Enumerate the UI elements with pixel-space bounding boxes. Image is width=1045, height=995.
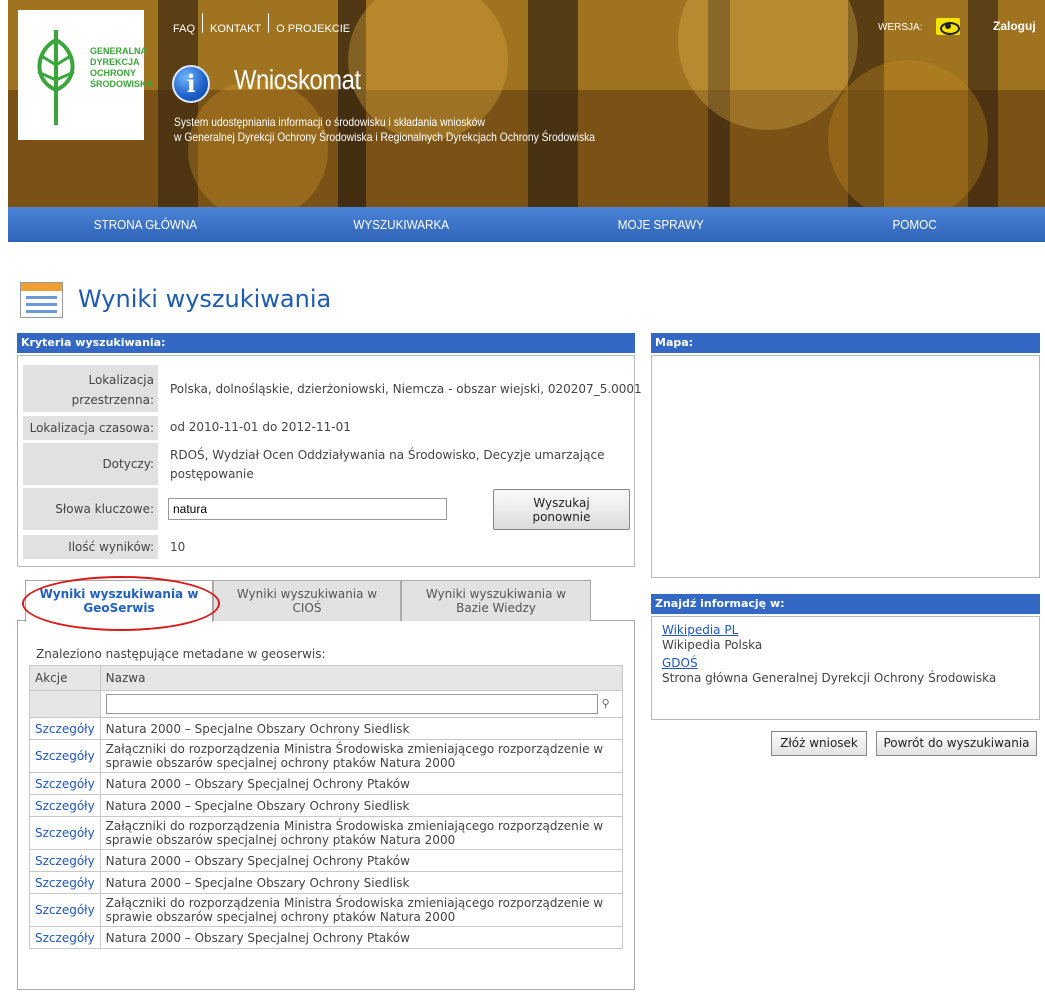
table-row: Szczegóły Załączniki do rozporządzenia Mi… [29, 739, 624, 773]
filter-input[interactable] [105, 694, 598, 714]
crit-value-lokalizacja-czasowa: od 2010-11-01 do 2012-11-01 [170, 420, 351, 434]
filter-row: ⚲ [29, 690, 624, 718]
crit-value-ilosc-wynikow: 10 [170, 540, 186, 554]
top-links: FAQ KONTAKT O PROJEKCIE [166, 13, 357, 35]
nav-moje-sprawy[interactable]: MOJE SPRAWY [618, 217, 704, 232]
o-projekcie-link[interactable]: O PROJEKCIE [269, 23, 357, 35]
crit-label-ilosc-wynikow: Ilość wyników: [23, 535, 158, 559]
version-label: WERSJA: [878, 22, 923, 33]
faq-link[interactable]: FAQ [166, 23, 202, 35]
result-name: Załączniki do rozporządzenia Ministra Śr… [99, 893, 624, 927]
kontakt-link[interactable]: KONTAKT [203, 23, 268, 35]
wikipedia-link[interactable]: Wikipedia PL [662, 623, 1029, 637]
crit-label-lokalizacja-czasowa: Lokalizacja czasowa: [23, 416, 158, 440]
details-link[interactable]: Szczegóły [29, 849, 101, 872]
info-icon: i [172, 65, 210, 103]
tab-cios[interactable]: Wyniki wyszukiwania w CIOŚ [213, 580, 401, 621]
accessibility-eye-icon[interactable] [936, 18, 960, 35]
app-subtitle: System udostępniania informacji o środow… [174, 115, 595, 145]
crit-label-slowa-kluczowe: Słowa kluczowe: [23, 488, 158, 530]
result-name: Załączniki do rozporządzenia Ministra Śr… [99, 739, 624, 773]
details-link[interactable]: Szczegóły [29, 794, 101, 817]
leaf-icon [37, 30, 75, 125]
col-nazwa: Nazwa [99, 665, 624, 691]
details-link[interactable]: Szczegóły [29, 772, 101, 795]
submit-request-button[interactable]: Złóż wniosek [771, 731, 867, 756]
result-name: Natura 2000 – Obszary Specjalnej Ochrony… [99, 849, 624, 872]
table-row: Szczegóły Natura 2000 – Obszary Specjalne… [29, 849, 624, 872]
back-to-search-button[interactable]: Powrót do wyszukiwania [876, 731, 1037, 756]
crit-label-dotyczy: Dotyczy: [23, 443, 158, 485]
table-row: Szczegóły Natura 2000 – Obszary Specjalne… [29, 772, 624, 795]
details-link[interactable]: Szczegóły [29, 926, 101, 949]
nav-strona-glowna[interactable]: STRONA GŁÓWNA [94, 217, 197, 232]
result-name: Załączniki do rozporządzenia Ministra Śr… [99, 816, 624, 850]
map-area[interactable] [651, 355, 1040, 578]
criteria-header: Kryteria wyszukiwania: [17, 333, 635, 353]
result-name: Natura 2000 – Specjalne Obszary Ochrony … [99, 794, 624, 817]
details-link[interactable]: Szczegóły [29, 816, 101, 850]
crit-value-lokalizacja-przestrzenna: Polska, dolnośląskie, dzierżoniowski, Ni… [170, 382, 642, 396]
header-banner: GENERALNA DYREKCJA OCHRONY ŚRODOWISKA FA… [8, 0, 1045, 242]
search-again-button[interactable]: Wyszukaj ponownie [493, 489, 630, 530]
app-title: Wnioskomat [234, 64, 361, 95]
details-link[interactable]: Szczegóły [29, 893, 101, 927]
map-header: Mapa: [651, 333, 1040, 353]
details-link[interactable]: Szczegóły [29, 739, 101, 773]
info-header: Znajdź informację w: [651, 594, 1040, 614]
result-name: Natura 2000 – Obszary Specjalnej Ochrony… [99, 772, 624, 795]
nav-pomoc[interactable]: POMOC [892, 217, 936, 232]
highlight-circle [22, 576, 220, 631]
results-page-icon [20, 282, 63, 318]
wikipedia-desc: Wikipedia Polska [662, 638, 763, 652]
info-box: Wikipedia PL Wikipedia Polska GDOŚ Stron… [651, 616, 1040, 720]
table-row: Szczegóły Natura 2000 – Specjalne Obszary… [29, 717, 624, 740]
result-name: Natura 2000 – Obszary Specjalnej Ochrony… [99, 926, 624, 949]
results-table: Akcje Nazwa ⚲ Szczegóły Natura 2000 – Spe… [29, 665, 624, 949]
main-nav: STRONA GŁÓWNA WYSZUKIWARKA MOJE SPRAWY P… [8, 207, 1045, 242]
page-title: Wyniki wyszukiwania [78, 285, 332, 313]
crit-value-dotyczy: RDOŚ, Wydział Ocen Oddziaływania na Środ… [170, 448, 605, 481]
table-row: Szczegóły Natura 2000 – Specjalne Obszary… [29, 794, 624, 817]
subtitle-line-1: System udostępniania informacji o środow… [174, 115, 485, 129]
keywords-input[interactable] [168, 498, 447, 520]
logo-text: GENERALNA DYREKCJA OCHRONY ŚRODOWISKA [90, 46, 153, 89]
filter-icon[interactable]: ⚲ [602, 697, 614, 711]
result-name: Natura 2000 – Specjalne Obszary Ochrony … [99, 717, 624, 740]
gdos-link[interactable]: GDOŚ [662, 656, 1029, 670]
details-link[interactable]: Szczegóły [29, 717, 101, 740]
table-row: Szczegóły Natura 2000 – Specjalne Obszary… [29, 871, 624, 894]
nav-wyszukiwarka[interactable]: WYSZUKIWARKA [353, 217, 449, 232]
tab-baza-wiedzy[interactable]: Wyniki wyszukiwania w Bazie Wiedzy [401, 580, 591, 621]
gdos-logo[interactable]: GENERALNA DYREKCJA OCHRONY ŚRODOWISKA [18, 10, 153, 140]
col-akcje: Akcje [29, 665, 101, 691]
crit-label-lokalizacja-przestrzenna: Lokalizacja przestrzenna: [23, 365, 158, 412]
details-link[interactable]: Szczegóły [29, 871, 101, 894]
found-text: Znaleziono następujące metadane w geoser… [36, 647, 326, 661]
gdos-desc: Strona główna Generalnej Dyrekcji Ochron… [662, 671, 997, 685]
result-name: Natura 2000 – Specjalne Obszary Ochrony … [99, 871, 624, 894]
table-row: Szczegóły Załączniki do rozporządzenia Mi… [29, 816, 624, 850]
table-row: Szczegóły Załączniki do rozporządzenia Mi… [29, 893, 624, 927]
subtitle-line-2: w Generalnej Dyrekcji Ochrony Środowiska… [174, 130, 596, 144]
login-link[interactable]: Zaloguj [993, 19, 1036, 33]
table-row: Szczegóły Natura 2000 – Obszary Specjalne… [29, 926, 624, 949]
